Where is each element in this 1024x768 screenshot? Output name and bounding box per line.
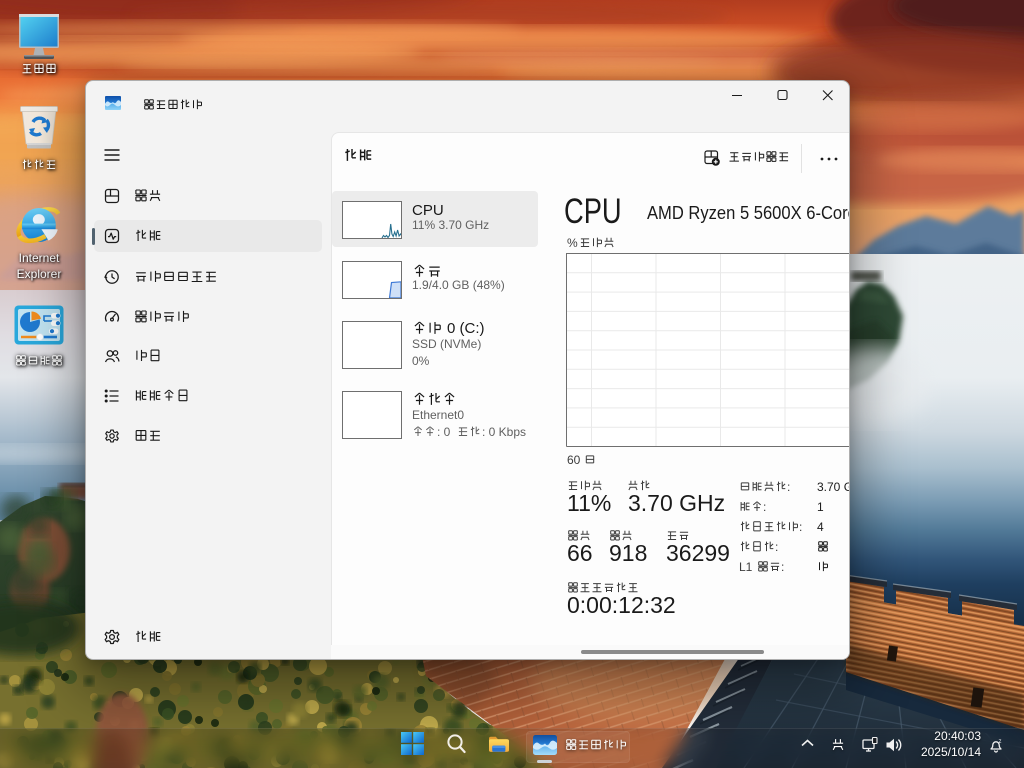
svg-text:z: z xyxy=(999,739,1002,745)
